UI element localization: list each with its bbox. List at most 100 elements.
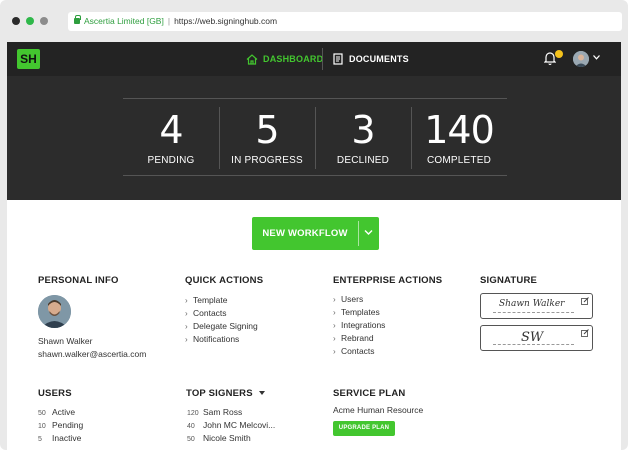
users-label: Active — [52, 407, 76, 417]
top-signers-title[interactable]: TOP SIGNERS — [186, 388, 265, 399]
chevron-right-icon: › — [185, 309, 188, 318]
browser-window: Ascertia Limited [GB] | https://web.signin… — [0, 0, 628, 450]
browser-toolbar: Ascertia Limited [GB] | https://web.signin… — [0, 0, 628, 42]
upgrade-plan-button[interactable]: UPGRADE PLAN — [333, 421, 395, 436]
quick-action-notifications[interactable]: › Notifications — [185, 333, 258, 346]
top-signer-count: 50 — [187, 436, 195, 443]
users-pending[interactable]: 10 Pending — [38, 419, 83, 432]
signature-title: SIGNATURE — [480, 275, 538, 286]
enterprise-action-label: Users — [341, 294, 364, 304]
signature-line — [493, 312, 574, 313]
chevron-down-icon[interactable] — [364, 229, 373, 236]
documents-icon — [333, 53, 343, 65]
stat-declined-label: DECLINED — [336, 155, 390, 166]
quick-action-contacts[interactable]: › Contacts — [185, 307, 258, 320]
stat-completed-label: COMPLETED — [426, 155, 492, 166]
quick-action-delegate-signing[interactable]: › Delegate Signing — [185, 320, 258, 333]
nav-documents-label: DOCUMENTS — [349, 54, 409, 64]
quick-actions-title: QUICK ACTIONS — [185, 275, 264, 286]
home-icon — [246, 53, 258, 65]
stat-declined-value[interactable]: 3 — [315, 108, 411, 152]
notification-badge — [555, 50, 563, 58]
users-label: Pending — [52, 420, 84, 430]
enterprise-action-label: Integrations — [341, 320, 386, 330]
service-plan-name: Acme Human Resource — [333, 405, 424, 415]
chevron-right-icon: › — [185, 335, 188, 344]
user-avatar[interactable] — [573, 51, 589, 67]
quick-action-label: Delegate Signing — [193, 321, 258, 331]
top-signer-row[interactable]: 50 Nicole Smith — [187, 432, 275, 445]
chevron-right-icon: › — [333, 308, 336, 317]
chevron-down-icon[interactable] — [593, 55, 600, 60]
service-plan-title: SERVICE PLAN — [333, 388, 406, 399]
edit-icon[interactable] — [581, 297, 589, 305]
edit-icon[interactable] — [581, 329, 589, 337]
top-signer-name: Nicole Smith — [203, 433, 251, 443]
stat-pending-label: PENDING — [147, 155, 195, 166]
window-close-dot[interactable] — [12, 17, 20, 25]
url-separator: | — [167, 16, 171, 26]
top-signer-row[interactable]: 40 John MC Melcovi... — [187, 419, 275, 432]
users-inactive[interactable]: 5 Inactive — [38, 432, 83, 445]
chevron-right-icon: › — [333, 295, 336, 304]
chevron-right-icon: › — [333, 321, 336, 330]
stats-bottom-rule — [123, 175, 507, 176]
top-signer-name: John MC Melcovi... — [203, 420, 276, 430]
quick-action-label: Contacts — [193, 308, 227, 318]
nav-dashboard[interactable]: DASHBOARD — [246, 42, 323, 76]
stat-completed-value[interactable]: 140 — [411, 108, 507, 152]
avatar-portrait-icon — [573, 51, 589, 67]
chevron-right-icon: › — [185, 322, 188, 331]
profile-portrait-icon — [38, 295, 71, 328]
site-identity: Ascertia Limited [GB] — [84, 16, 164, 26]
enterprise-action-rebrand[interactable]: › Rebrand — [333, 332, 385, 345]
users-list: 50 Active 10 Pending 5 Inactive — [38, 406, 83, 445]
enterprise-action-users[interactable]: › Users — [333, 293, 385, 306]
initials-line — [493, 344, 574, 345]
quick-action-template[interactable]: › Template — [185, 294, 258, 307]
stats-panel: 4 PENDING 5 IN PROGRESS 3 DECLINED 140 C… — [7, 76, 621, 200]
enterprise-action-label: Templates — [341, 307, 380, 317]
profile-name: Shawn Walker — [38, 336, 93, 346]
quick-action-label: Template — [193, 295, 228, 305]
enterprise-action-label: Rebrand — [341, 333, 374, 343]
users-count: 5 — [38, 436, 42, 443]
chevron-right-icon: › — [185, 296, 188, 305]
initials-text: SW — [521, 330, 544, 345]
enterprise-action-integrations[interactable]: › Integrations — [333, 319, 385, 332]
enterprise-actions-title: ENTERPRISE ACTIONS — [333, 275, 443, 286]
initials-box[interactable]: SW — [480, 325, 593, 351]
profile-avatar[interactable] — [38, 295, 71, 328]
caret-down-icon[interactable] — [258, 391, 265, 395]
window-minimize-dot[interactable] — [26, 17, 34, 25]
personal-info-title: PERSONAL INFO — [38, 275, 119, 286]
top-signers-title-text: TOP SIGNERS — [186, 388, 253, 399]
nav-dashboard-label: DASHBOARD — [263, 54, 324, 64]
signature-box[interactable]: Shawn Walker — [480, 293, 593, 319]
nav-documents[interactable]: DOCUMENTS — [333, 42, 409, 76]
profile-email: shawn.walker@ascertia.com — [38, 349, 147, 359]
enterprise-action-label: Contacts — [341, 346, 375, 356]
enterprise-actions-list: › Users › Templates › Integrations › Rebrand… — [333, 293, 385, 358]
url-text: https://web.signinghub.com — [174, 16, 278, 26]
chevron-right-icon: › — [333, 347, 336, 356]
enterprise-action-templates[interactable]: › Templates — [333, 306, 385, 319]
address-bar[interactable]: Ascertia Limited [GB] | https://web.signin… — [68, 12, 622, 31]
lock-icon — [74, 15, 81, 24]
signinghub-logo[interactable]: SH — [17, 49, 40, 69]
new-workflow-split-divider — [358, 221, 359, 246]
new-workflow-button[interactable]: NEW WORKFLOW — [252, 217, 379, 250]
app-header: SH DASHBOARD DOCUMENTS — [7, 42, 621, 76]
stats-top-rule — [123, 98, 507, 99]
window-maximize-dot[interactable] — [40, 17, 48, 25]
chevron-right-icon: › — [333, 334, 336, 343]
stat-pending-value[interactable]: 4 — [123, 108, 219, 152]
stat-in-progress-value[interactable]: 5 — [219, 108, 315, 152]
enterprise-action-contacts[interactable]: › Contacts — [333, 345, 385, 358]
top-signer-name: Sam Ross — [203, 407, 243, 417]
top-signer-row[interactable]: 120 Sam Ross — [187, 406, 275, 419]
app-viewport: SH DASHBOARD DOCUMENTS 4 PENDING 5 IN PR… — [7, 42, 621, 450]
stat-in-progress-label: IN PROGRESS — [231, 155, 303, 166]
users-active[interactable]: 50 Active — [38, 406, 83, 419]
users-title: USERS — [38, 388, 72, 399]
